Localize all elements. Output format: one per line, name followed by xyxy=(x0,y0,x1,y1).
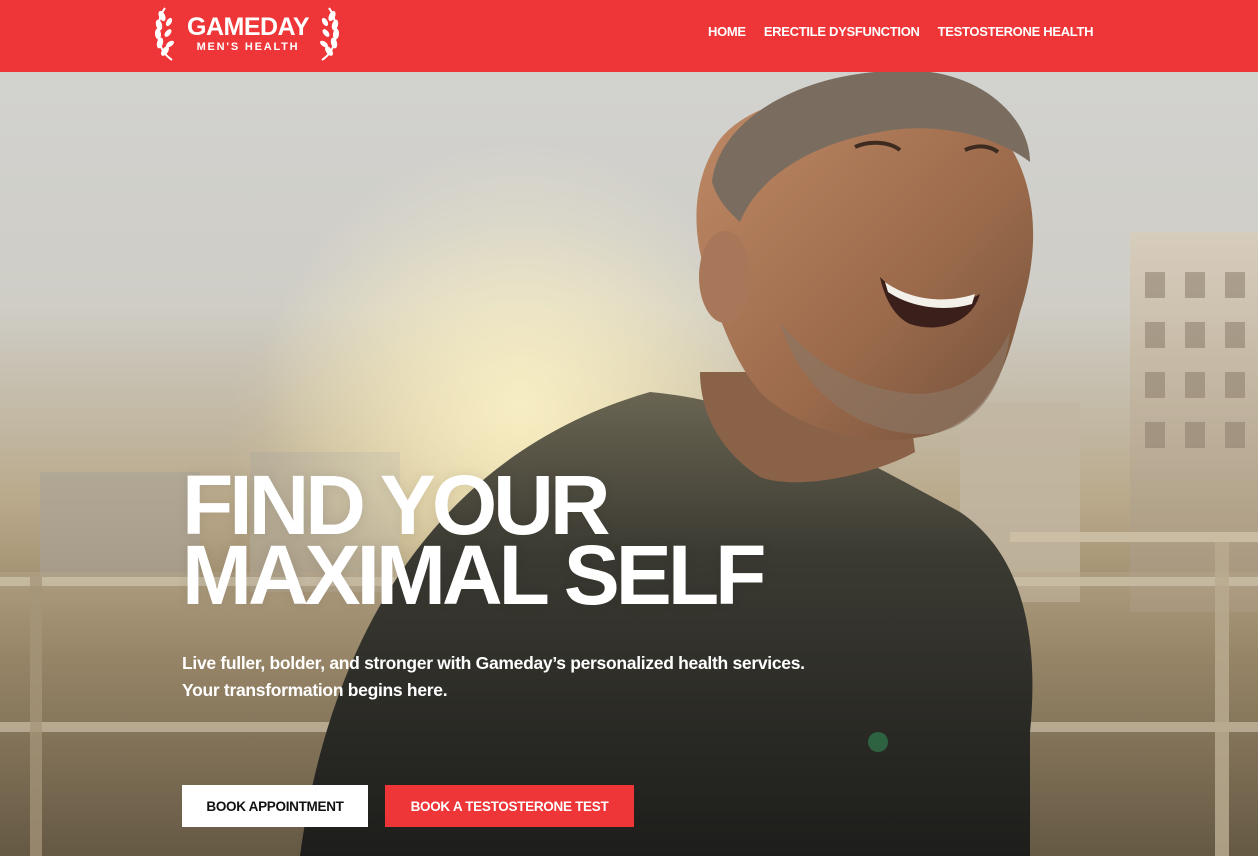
book-testosterone-test-button[interactable]: BOOK A TESTOSTERONE TEST xyxy=(385,785,634,827)
hero-title-line-2: MAXIMAL SELF xyxy=(182,528,766,622)
hero-title: FIND YOUR MAXIMAL SELF xyxy=(182,463,882,622)
hero-subtitle: Live fuller, bolder, and stronger with G… xyxy=(182,653,805,700)
logo-tagline: MEN'S HEALTH xyxy=(196,41,300,53)
gameday-logo[interactable]: GAMEDAY MEN'S HEALTH xyxy=(154,4,342,62)
main-nav: HOME ERECTILE DYSFUNCTION TESTOSTERONE H… xyxy=(708,24,1094,40)
hero-section: FIND YOUR MAXIMAL SELF Live fuller, bold… xyxy=(0,72,1258,856)
nav-home[interactable]: HOME xyxy=(708,24,746,40)
site-header: GAMEDAY MEN'S HEALTH HOME ERECTILE DYSFU… xyxy=(0,0,1258,72)
laurel-wreath-icon xyxy=(320,7,340,61)
book-appointment-button[interactable]: BOOK APPOINTMENT xyxy=(182,785,368,827)
nav-erectile-dysfunction[interactable]: ERECTILE DYSFUNCTION xyxy=(764,24,920,40)
nav-testosterone-health[interactable]: TESTOSTERONE HEALTH xyxy=(938,24,1094,40)
logo-wordmark: GAMEDAY xyxy=(187,13,310,41)
